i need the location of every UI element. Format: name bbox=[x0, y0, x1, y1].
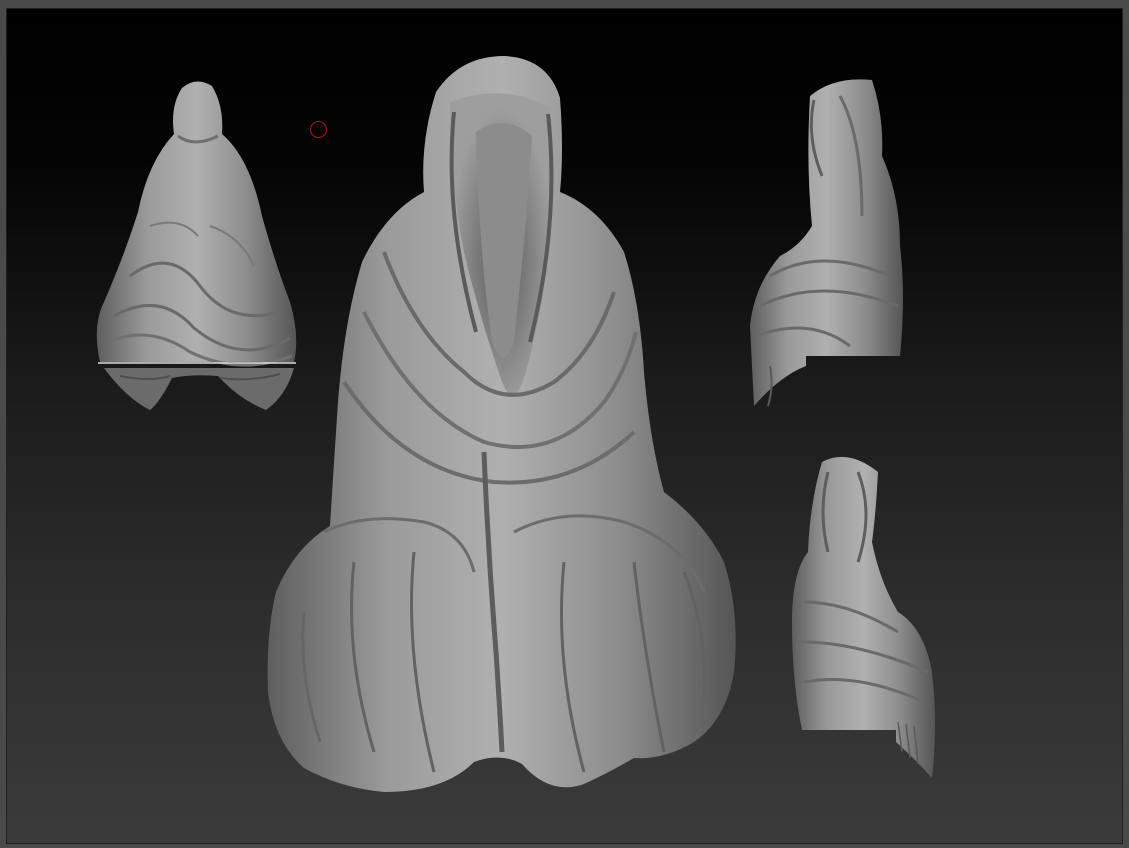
application-frame bbox=[0, 0, 1129, 848]
figure-front-view[interactable] bbox=[264, 52, 740, 798]
document-viewport[interactable] bbox=[6, 8, 1123, 844]
figure-side-view[interactable] bbox=[750, 76, 910, 412]
figure-three-quarter-view[interactable] bbox=[788, 452, 940, 782]
